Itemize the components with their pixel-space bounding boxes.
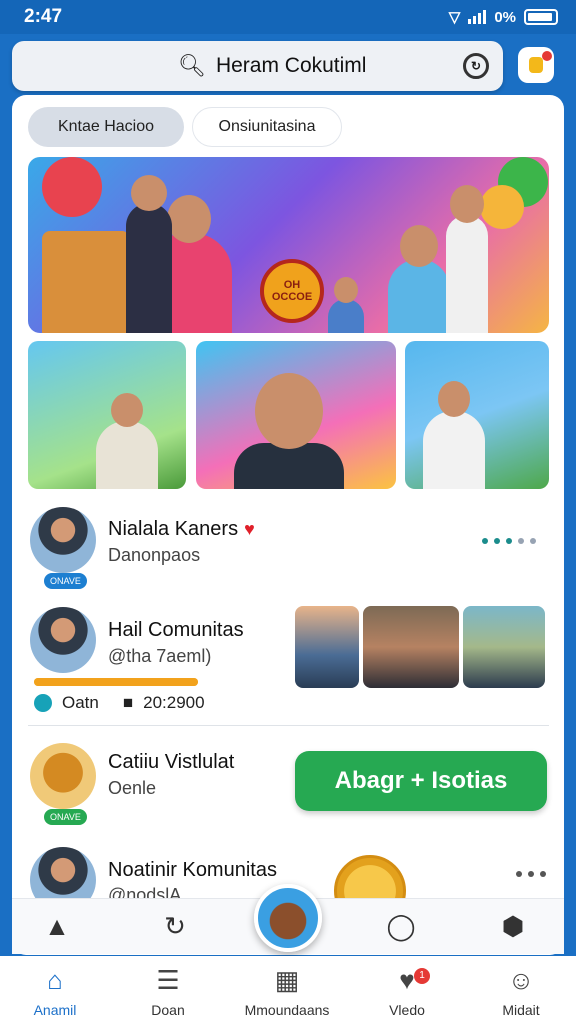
pagination-dots[interactable] <box>482 538 536 544</box>
avatar[interactable] <box>30 507 96 573</box>
hero-badge-line2: OCCOE <box>271 291 313 303</box>
figure-illustration <box>423 381 485 489</box>
more-options-button[interactable] <box>516 871 546 877</box>
stat-label: Oatn <box>62 693 99 712</box>
pagination-dot[interactable] <box>518 538 524 544</box>
heart-icon: ♥ <box>244 519 255 539</box>
figure-illustration <box>234 373 344 489</box>
nav-item-video[interactable]: ♥ 1 Vledo <box>352 964 462 1018</box>
refresh-icon[interactable]: ↻ <box>463 53 489 79</box>
balloon-decoration <box>480 185 524 229</box>
thumbnail-2[interactable] <box>196 341 396 489</box>
search-bar[interactable]: 🔍︎ Heram Cokutiml ↻ <box>12 41 503 91</box>
chat-icon[interactable]: ◯ <box>384 909 418 943</box>
divider <box>28 725 549 726</box>
battery-icon <box>524 9 558 25</box>
thumbnail-1[interactable] <box>28 341 186 489</box>
home-outline-icon[interactable]: ▲ <box>40 909 74 943</box>
signal-icon <box>468 10 487 24</box>
notification-button[interactable] <box>518 47 554 83</box>
list-item-title[interactable]: Nialala Kaners ♥ <box>108 518 255 541</box>
nav-item-home[interactable]: ⌂ Anamil <box>0 964 110 1018</box>
hero-badge: OH OCCOE <box>260 259 324 323</box>
figure-illustration <box>96 393 158 489</box>
list-item-title[interactable]: Catiiu Vistlulat <box>108 751 234 774</box>
list-item-title-text: Nialala Kaners <box>108 518 239 540</box>
nav-item-profile[interactable]: ☺ Midait <box>466 964 576 1018</box>
wifi-icon: ▽ <box>448 9 461 26</box>
photo-thumbnail-1[interactable] <box>295 606 359 688</box>
list-item-title[interactable]: Hail Comunitas <box>108 619 244 642</box>
thumbnail-3[interactable] <box>405 341 549 489</box>
person-illustration <box>446 185 488 333</box>
list-item-subtitle: Danonpaos <box>108 545 201 565</box>
nav-item-board[interactable]: ▦ Mmoundaans <box>232 964 342 1018</box>
list-item-subtitle: @tha 7aeml) <box>108 646 212 666</box>
network-text: 0% <box>494 8 516 26</box>
notification-badge: 1 <box>414 968 430 984</box>
photo-thumbnail-3[interactable] <box>463 606 545 688</box>
status-check-icon <box>34 694 52 712</box>
nav-label: Vledo <box>389 1002 425 1018</box>
nav-label: Doan <box>151 1002 185 1018</box>
list-item-subtitle: Oenle <box>108 778 157 798</box>
notification-dot <box>542 51 552 61</box>
notification-icon <box>529 57 543 73</box>
pagination-dot[interactable] <box>494 538 500 544</box>
video-icon: ♥ <box>399 965 415 995</box>
list-item-title[interactable]: Noatinir Komunitas <box>108 859 277 882</box>
nav-item-document[interactable]: ☰ Doan <box>113 964 223 1018</box>
nav-label: Midait <box>502 1002 540 1018</box>
pagination-dot[interactable] <box>530 538 536 544</box>
status-badge: ONAVE <box>44 573 87 589</box>
pagination-dot[interactable] <box>482 538 488 544</box>
hero-badge-line1: OH <box>283 279 301 291</box>
document-icon: ☰ <box>156 965 180 995</box>
settings-icon[interactable]: ⬢ <box>496 909 530 943</box>
status-icons: ▽ 0% <box>449 8 558 26</box>
status-bar: 2:47 ▽ 0% <box>0 0 576 34</box>
home-icon: ⌂ <box>47 965 63 995</box>
person-illustration <box>328 277 364 333</box>
photo-thumbnail-2[interactable] <box>363 606 459 688</box>
nav-label: Mmoundaans <box>244 1002 330 1018</box>
profile-icon: ☺ <box>507 965 535 995</box>
chip-filter-2[interactable]: Onsiunitasina <box>192 107 342 147</box>
board-icon: ▦ <box>274 965 300 995</box>
avatar[interactable] <box>30 607 96 673</box>
person-illustration <box>388 225 450 333</box>
create-fab-button[interactable] <box>254 884 322 952</box>
add-community-button[interactable]: Abagr + Isotias <box>295 751 547 811</box>
progress-bar <box>34 678 198 686</box>
person-illustration <box>126 175 172 333</box>
stat-row: Oatn ■ 20:2900 <box>34 693 205 713</box>
progress-bar-fill <box>34 678 198 686</box>
pagination-dot[interactable] <box>506 538 512 544</box>
status-time: 2:47 <box>24 6 63 27</box>
chip-filter-1[interactable]: Kntae Hacioo <box>28 107 184 147</box>
bottom-nav: ⌂ Anamil ☰ Doan ▦ Mmoundaans ♥ 1 Vledo ☺… <box>0 956 576 1024</box>
castle-illustration <box>42 231 130 333</box>
search-text: Heram Cokutiml <box>215 54 367 77</box>
nav-label: Anamil <box>33 1002 77 1018</box>
hero-banner[interactable]: OH OCCOE <box>28 157 549 333</box>
search-icon: 🔍︎ <box>178 53 206 78</box>
calendar-icon: ■ <box>122 693 134 712</box>
status-badge: ONAVE <box>44 809 87 825</box>
stat-value: 20:2900 <box>143 693 205 712</box>
avatar[interactable] <box>30 743 96 809</box>
balloon-decoration <box>42 157 102 217</box>
main-card: Kntae Hacioo Onsiunitasina OH OCCOE ONAV… <box>12 95 564 955</box>
search-refresh-icon[interactable]: ↻ <box>158 909 192 943</box>
